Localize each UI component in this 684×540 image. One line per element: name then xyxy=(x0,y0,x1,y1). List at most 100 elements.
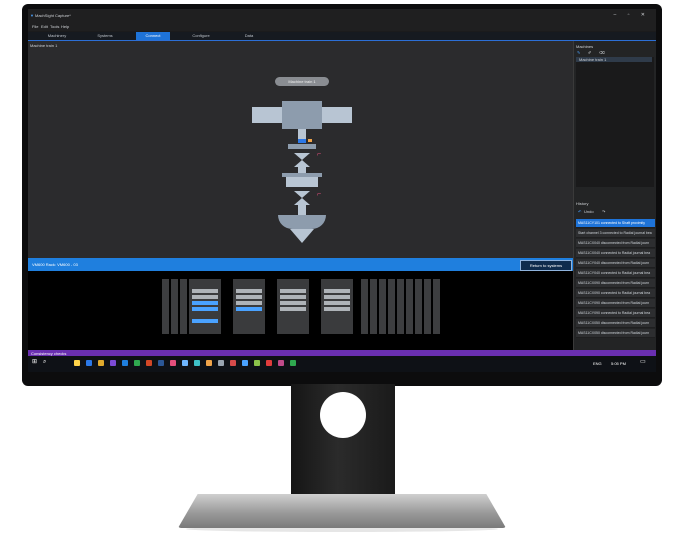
gearbox-body[interactable] xyxy=(286,177,318,187)
channel-row[interactable] xyxy=(280,301,306,305)
channel-row-selected[interactable] xyxy=(236,307,262,311)
powerpoint-icon[interactable] xyxy=(146,360,152,366)
history-item[interactable]: MAS11CY040 disconnected from Radial jour… xyxy=(576,259,655,268)
tab-connect[interactable]: Connect xyxy=(136,32,170,40)
pin-icon[interactable]: ✎ xyxy=(577,50,580,55)
rack-slot[interactable] xyxy=(433,279,440,334)
notification-icon[interactable]: ▭ xyxy=(640,359,646,365)
return-to-systems-button[interactable]: Return to systems xyxy=(520,260,572,271)
motor-right-section[interactable] xyxy=(322,107,352,123)
rack-slot[interactable] xyxy=(424,279,431,334)
tray-lang[interactable]: ENG xyxy=(593,361,602,366)
outlook-icon[interactable] xyxy=(122,360,128,366)
delete-icon[interactable]: ⌫ xyxy=(599,50,605,55)
rack-slot[interactable] xyxy=(388,279,395,334)
history-item[interactable]: MAS11CX040 disconnected from Radial jour… xyxy=(576,239,655,248)
coupling-upper[interactable] xyxy=(294,153,310,167)
rack-card[interactable] xyxy=(277,279,309,334)
turbine-cone[interactable] xyxy=(290,229,314,243)
channel-row[interactable] xyxy=(324,295,350,299)
rack-slot[interactable] xyxy=(397,279,404,334)
motor-body[interactable] xyxy=(282,101,322,129)
app-icon[interactable] xyxy=(182,360,188,366)
turbine-runner[interactable] xyxy=(278,215,326,229)
chrome-icon[interactable] xyxy=(98,360,104,366)
channel-row[interactable] xyxy=(280,295,306,299)
history-item[interactable]: MAS11CX090 connected to Radial journal b… xyxy=(576,289,655,298)
tab-systems[interactable]: Systems xyxy=(88,32,122,40)
rack-slot[interactable] xyxy=(370,279,377,334)
motor-left-section[interactable] xyxy=(252,107,282,123)
menu-tools[interactable]: Tools xyxy=(50,24,59,29)
rack-slot[interactable] xyxy=(361,279,368,334)
menu-edit[interactable]: Edit xyxy=(41,24,48,29)
tab-data[interactable]: Data xyxy=(232,32,266,40)
channel-row[interactable] xyxy=(192,289,218,293)
rack-slot[interactable] xyxy=(406,279,413,334)
word-icon[interactable] xyxy=(158,360,164,366)
history-item[interactable]: MAS11CX050 disconnected from Radial jour… xyxy=(576,329,655,338)
machine-list-item[interactable]: Machine train 1 xyxy=(576,57,652,62)
channel-row[interactable] xyxy=(280,289,306,293)
app-icon[interactable] xyxy=(230,360,236,366)
machine-train-label[interactable]: Machine train 1 xyxy=(275,77,329,86)
undo-icon[interactable]: ↶ xyxy=(578,209,581,214)
channel-row-selected[interactable] xyxy=(192,301,218,305)
history-item[interactable]: MAS11CX040 connected to Radial journal b… xyxy=(576,249,655,258)
history-item[interactable]: MAS11CY090 connected to Radial journal b… xyxy=(576,309,655,318)
teams-icon[interactable] xyxy=(110,360,116,366)
tab-machinery[interactable]: Machinery xyxy=(40,32,74,40)
undo-button[interactable]: Undo xyxy=(584,209,594,214)
rack-slot[interactable] xyxy=(171,279,178,334)
sensor-selected[interactable] xyxy=(298,139,306,143)
menu-help[interactable]: Help xyxy=(61,24,69,29)
excel-icon[interactable] xyxy=(134,360,140,366)
app-icon[interactable] xyxy=(278,360,284,366)
machines-list[interactable]: Machine train 1 xyxy=(576,57,654,187)
file-explorer-icon[interactable] xyxy=(74,360,80,366)
app-icon[interactable] xyxy=(266,360,272,366)
channel-row[interactable] xyxy=(236,301,262,305)
channel-row[interactable] xyxy=(192,295,218,299)
app-icon[interactable] xyxy=(254,360,260,366)
history-item-selected[interactable]: MAS11CY101 connected to Shaft proximity xyxy=(576,219,655,228)
edge-icon[interactable] xyxy=(86,360,92,366)
app-icon[interactable] xyxy=(206,360,212,366)
history-item[interactable]: MAS11CX090 disconnected from Radial jour… xyxy=(576,279,655,288)
app-icon[interactable] xyxy=(194,360,200,366)
rack-slot[interactable] xyxy=(379,279,386,334)
bearing-upper[interactable] xyxy=(288,144,316,149)
tab-configure[interactable]: Configure xyxy=(184,32,218,40)
history-item[interactable]: MAS11CY090 disconnected from Radial jour… xyxy=(576,299,655,308)
channel-row[interactable] xyxy=(236,289,262,293)
app-icon[interactable] xyxy=(218,360,224,366)
measurement-point-2-icon[interactable]: ⌐ xyxy=(317,191,321,198)
channel-row[interactable] xyxy=(280,307,306,311)
window-controls[interactable]: – ▫ ✕ xyxy=(613,12,650,18)
app-icon[interactable] xyxy=(242,360,248,366)
rack-card[interactable] xyxy=(189,279,221,334)
channel-row-selected[interactable] xyxy=(192,319,218,323)
sensor-orange[interactable] xyxy=(308,139,312,142)
tray-clock[interactable]: 5:05 PM xyxy=(611,361,626,366)
shaft-lower[interactable] xyxy=(298,205,306,215)
history-item[interactable]: Start channel 3 connected to Radial jour… xyxy=(576,229,655,238)
measurement-point-1-icon[interactable]: ⌐ xyxy=(317,151,321,158)
history-item[interactable]: MAS11CX050 disconnected from Radial jour… xyxy=(576,319,655,328)
channel-row[interactable] xyxy=(324,307,350,311)
rack-card[interactable] xyxy=(233,279,265,334)
channel-row[interactable] xyxy=(324,289,350,293)
start-icon[interactable]: ⊞ xyxy=(32,359,37,365)
app-icon[interactable] xyxy=(170,360,176,366)
history-item[interactable]: MAS11CY040 connected to Radial journal b… xyxy=(576,269,655,278)
rack-slot[interactable] xyxy=(415,279,422,334)
shaft-upper[interactable] xyxy=(298,129,306,139)
rack-card[interactable] xyxy=(321,279,353,334)
edit-icon[interactable]: ✐ xyxy=(588,50,591,55)
coupling-lower[interactable] xyxy=(294,191,310,205)
rack-slot[interactable] xyxy=(180,279,187,334)
search-icon[interactable]: ⌕ xyxy=(43,359,46,365)
rack-slot[interactable] xyxy=(162,279,169,334)
redo-icon[interactable]: ↷ xyxy=(602,209,605,214)
machine-canvas[interactable]: Machine train 1 Machine train 1 ⌐ ⌐ xyxy=(28,41,573,258)
